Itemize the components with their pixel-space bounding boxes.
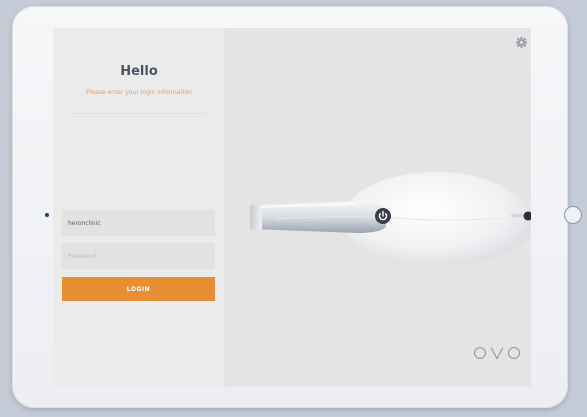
- login-button[interactable]: LOGIN: [62, 277, 215, 301]
- divider: [71, 113, 207, 114]
- gear-icon[interactable]: [515, 36, 528, 49]
- power-icon[interactable]: [375, 208, 391, 224]
- front-camera: [45, 213, 49, 217]
- username-input[interactable]: [62, 210, 215, 236]
- app-screen: Hello Please enter your login informatio…: [53, 28, 531, 387]
- home-button[interactable]: [564, 206, 582, 224]
- ovo-logo: [473, 346, 521, 360]
- login-subtitle: Please enter your login information: [86, 89, 192, 96]
- password-input[interactable]: [62, 243, 215, 269]
- login-title: Hello: [120, 64, 158, 79]
- login-panel: Hello Please enter your login informatio…: [53, 28, 225, 387]
